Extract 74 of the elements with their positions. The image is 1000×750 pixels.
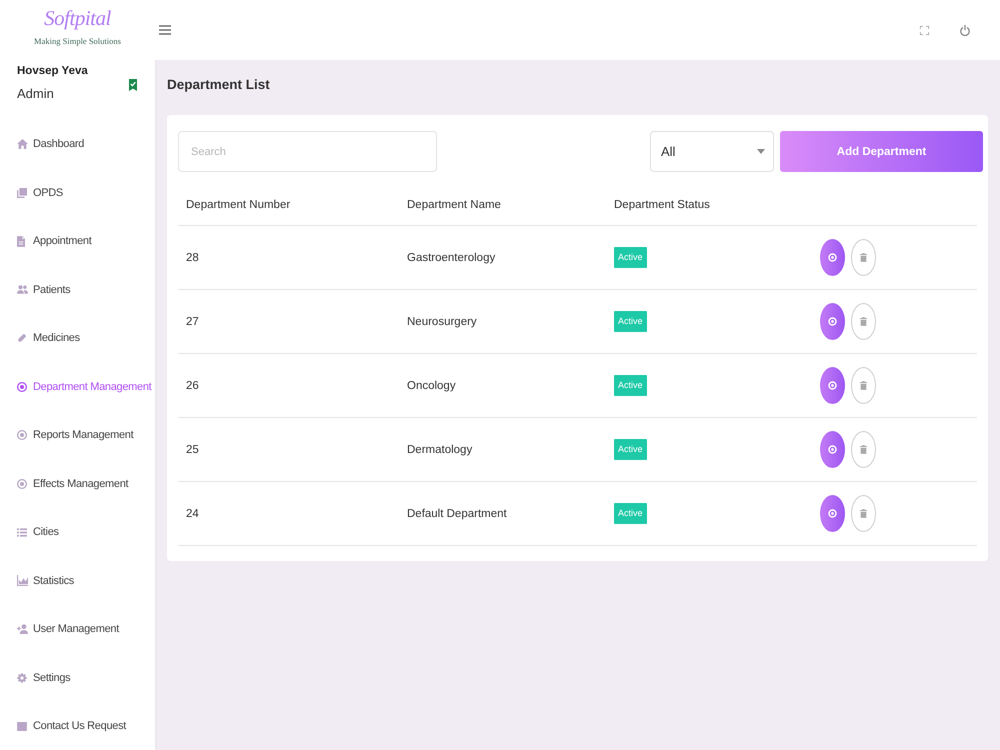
sidebar-item[interactable]: OPDS xyxy=(0,168,155,217)
user-name: Hovsep Yeva xyxy=(17,64,88,79)
page-title: Department List xyxy=(167,76,270,94)
column-header: Department Number xyxy=(178,185,399,226)
status-badge: Active xyxy=(614,375,647,396)
house-icon xyxy=(17,139,28,150)
table-cell: Gastroenterology xyxy=(399,226,606,290)
status-badge: Active xyxy=(614,247,647,268)
chart-icon xyxy=(17,575,28,586)
bookmark-check-icon xyxy=(129,79,137,91)
sidebar-item[interactable]: Department Management xyxy=(0,362,155,411)
power-icon[interactable] xyxy=(960,24,970,36)
trash-icon xyxy=(860,509,867,518)
delete-button[interactable] xyxy=(851,431,876,468)
filter-select[interactable]: All xyxy=(650,131,774,172)
ring-icon xyxy=(828,509,837,518)
column-header: Department Name xyxy=(399,185,606,226)
table-cell: 27 xyxy=(178,290,399,354)
search-field[interactable]: Search xyxy=(178,131,437,172)
delete-button[interactable] xyxy=(851,495,876,532)
people-icon xyxy=(17,285,28,294)
sidebar-item[interactable]: Medicines xyxy=(0,314,155,362)
document-icon xyxy=(17,236,25,247)
sidebar-item[interactable]: Effects Management xyxy=(0,460,155,508)
sidebar-item[interactable]: Reports Management xyxy=(0,411,155,460)
table-cell: Default Department xyxy=(399,482,606,546)
column-header: Department Status xyxy=(606,185,812,226)
ring-icon xyxy=(17,382,27,392)
table-cell: 26 xyxy=(178,354,399,418)
delete-button[interactable] xyxy=(851,303,876,340)
ring-icon xyxy=(828,381,837,390)
view-button[interactable] xyxy=(820,303,845,340)
settings-icon xyxy=(17,672,27,683)
sidebar-item[interactable]: Patients xyxy=(0,266,155,314)
table-cell: Dermatology xyxy=(399,418,606,482)
caret-icon xyxy=(757,149,765,154)
view-button[interactable] xyxy=(820,431,845,468)
sidebar-item[interactable]: Contact Us Request xyxy=(0,702,155,750)
brand-tagline: Making Simple Solutions xyxy=(34,35,121,47)
view-button[interactable] xyxy=(820,495,845,532)
table-cell: Neurosurgery xyxy=(399,290,606,354)
status-badge: Active xyxy=(614,311,647,332)
ring-icon xyxy=(828,317,837,326)
trash-icon xyxy=(860,253,867,262)
sidebar-item[interactable]: Statistics xyxy=(0,556,155,605)
status-badge: Active xyxy=(614,439,647,460)
table-cell: Oncology xyxy=(399,354,606,418)
ring-icon xyxy=(828,253,837,262)
delete-button[interactable] xyxy=(851,239,876,276)
table-cell: 24 xyxy=(178,482,399,546)
trash-icon xyxy=(860,317,867,326)
sidebar-item[interactable]: User Management xyxy=(0,605,155,654)
trash-icon xyxy=(860,445,867,454)
ring-icon xyxy=(17,430,27,440)
sidebar-item[interactable]: Cities xyxy=(0,508,155,556)
square-icon xyxy=(17,722,27,731)
fullscreen-icon[interactable] xyxy=(920,26,929,34)
sidebar-item[interactable]: Settings xyxy=(0,654,155,702)
user-plus-icon xyxy=(17,624,28,634)
status-badge: Active xyxy=(614,503,647,524)
sidebar-item[interactable]: Dashboard xyxy=(0,120,155,168)
stacked-pages-icon xyxy=(17,188,27,198)
table-cell: 28 xyxy=(178,226,399,290)
ring-icon xyxy=(17,478,27,489)
view-button[interactable] xyxy=(820,367,845,404)
table-cell: 25 xyxy=(178,418,399,482)
trash-icon xyxy=(860,381,867,390)
delete-button[interactable] xyxy=(851,367,876,404)
view-button[interactable] xyxy=(820,239,845,276)
list-icon xyxy=(17,528,27,537)
sidebar-item[interactable]: Appointment xyxy=(0,217,155,266)
menu-icon[interactable] xyxy=(159,25,171,35)
user-role: Admin xyxy=(17,85,54,103)
ring-icon xyxy=(828,445,837,454)
